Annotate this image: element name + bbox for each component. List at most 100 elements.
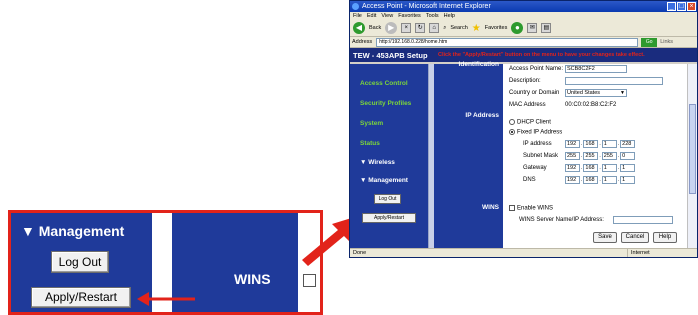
mac-label: MAC Address: [509, 102, 546, 108]
zoom-logout-button[interactable]: Log Out: [51, 251, 109, 273]
window-title: Access Point - Microsoft Internet Explor…: [362, 3, 491, 10]
dhcp-label: DHCP Client: [517, 119, 551, 126]
links-label[interactable]: Links: [660, 39, 673, 45]
mask-octet[interactable]: 255: [601, 152, 617, 160]
section-wins: WINS: [482, 204, 499, 211]
subnet-mask-input[interactable]: 255. 255. 255. 0: [565, 152, 636, 160]
cancel-button[interactable]: Cancel: [621, 232, 649, 243]
ip-octet[interactable]: 228: [620, 140, 636, 148]
browser-window: Access Point - Microsoft Internet Explor…: [349, 0, 698, 258]
scrollbar-thumb[interactable]: [689, 104, 696, 194]
address-input[interactable]: http://192.168.0.228/home.htm: [376, 37, 639, 47]
ap-name-input[interactable]: SCB8C2F2: [565, 65, 627, 73]
nav-security-profiles[interactable]: Security Profiles: [360, 100, 411, 107]
nav-wireless[interactable]: ▼ Wireless: [360, 159, 395, 166]
status-zone: Internet: [627, 249, 697, 257]
menu-favorites[interactable]: Favorites: [398, 12, 421, 20]
mail-icon[interactable]: ✉: [527, 23, 538, 33]
section-labels: Identification IP Address WINS: [434, 61, 503, 250]
mask-octet[interactable]: 255: [565, 152, 580, 160]
menu-edit[interactable]: Edit: [367, 12, 376, 20]
nav-system[interactable]: System: [360, 120, 383, 127]
settings-form: Access Point Name: SCB8C2F2 Description:…: [503, 64, 687, 250]
nav-access-control[interactable]: Access Control: [360, 80, 408, 87]
gateway-octet[interactable]: 192: [565, 164, 580, 172]
enable-wins-option[interactable]: Enable WINS: [509, 205, 553, 212]
dhcp-radio[interactable]: [509, 119, 515, 125]
maximize-icon[interactable]: □: [677, 2, 686, 11]
dns-octet[interactable]: 1: [601, 176, 617, 184]
country-select[interactable]: United States ▼: [565, 89, 627, 97]
print-icon[interactable]: ▤: [541, 23, 552, 33]
menu-tools[interactable]: Tools: [426, 12, 439, 20]
close-icon[interactable]: ×: [687, 2, 696, 11]
description-input[interactable]: [565, 77, 663, 85]
help-button[interactable]: Help: [653, 232, 677, 243]
ip-octet[interactable]: 192: [565, 140, 580, 148]
country-value: United States: [567, 90, 601, 96]
pointer-arrow-icon: [137, 292, 195, 306]
go-button[interactable]: Go: [641, 37, 658, 47]
wins-server-input[interactable]: [613, 216, 673, 224]
zoom-callout: ▼ Management Log Out Apply/Restart WINS: [8, 210, 323, 315]
mask-octet[interactable]: 255: [583, 152, 599, 160]
favorites-label[interactable]: Favorites: [485, 25, 508, 31]
dns-octet[interactable]: 168: [583, 176, 599, 184]
gateway-label: Gateway: [523, 165, 547, 171]
apply-notice: Click the "Apply/Restart" button on the …: [438, 52, 645, 58]
refresh-icon[interactable]: ↻: [415, 23, 426, 33]
dns-octet[interactable]: 1: [620, 176, 636, 184]
ap-name-label: Access Point Name:: [509, 66, 564, 72]
status-text: Done: [353, 250, 367, 256]
status-bar: Done Internet: [350, 248, 697, 257]
section-ip-address: IP Address: [465, 112, 499, 119]
zoom-management-heading[interactable]: ▼ Management: [21, 223, 124, 239]
search-label[interactable]: Search: [450, 25, 467, 31]
chevron-down-icon[interactable]: ▼: [620, 90, 625, 96]
menu-view[interactable]: View: [381, 12, 393, 20]
apply-restart-button[interactable]: Apply/Restart: [362, 213, 416, 223]
menu-bar: File Edit View Favorites Tools Help: [350, 12, 697, 20]
gateway-input[interactable]: 192. 168. 1. 1: [565, 164, 636, 172]
wins-server-label: WINS Server Name/IP Address:: [519, 217, 604, 223]
enable-wins-checkbox[interactable]: [509, 205, 515, 211]
section-identification: Identification: [458, 61, 499, 68]
zoom-wins-label: WINS: [234, 271, 271, 287]
dns-input[interactable]: 192. 168. 1. 1: [565, 176, 636, 184]
page-header: TEW - 453APB Setup Click the "Apply/Rest…: [350, 48, 697, 62]
gateway-octet[interactable]: 1: [620, 164, 636, 172]
toolbar: ◀ Back ▶ × ↻ ⌂ ⌕ Search ★ Favorites ● ✉ …: [350, 20, 697, 37]
stop-icon[interactable]: ×: [401, 23, 412, 33]
ip-octet[interactable]: 1: [601, 140, 617, 148]
ip-octet[interactable]: 168: [583, 140, 599, 148]
nav-status[interactable]: Status: [360, 140, 380, 147]
media-icon[interactable]: ●: [511, 22, 524, 34]
gateway-octet[interactable]: 1: [601, 164, 617, 172]
dhcp-option[interactable]: DHCP Client: [509, 119, 551, 126]
nav-management[interactable]: ▼ Management: [360, 177, 408, 184]
country-label: Country or Domain: [509, 90, 560, 96]
back-label[interactable]: Back: [369, 25, 381, 31]
search-icon[interactable]: ⌕: [443, 25, 446, 32]
home-icon[interactable]: ⌂: [429, 23, 440, 33]
favorites-icon[interactable]: ★: [472, 23, 481, 34]
fixed-ip-radio[interactable]: [509, 129, 515, 135]
zoom-enable-wins-checkbox[interactable]: [303, 274, 316, 287]
menu-help[interactable]: Help: [444, 12, 455, 20]
mask-label: Subnet Mask: [523, 153, 559, 159]
logout-button[interactable]: Log Out: [374, 194, 401, 204]
save-button[interactable]: Save: [593, 232, 617, 243]
dns-octet[interactable]: 192: [565, 176, 580, 184]
forward-icon[interactable]: ▶: [385, 22, 398, 34]
page-scrollbar[interactable]: [687, 64, 697, 250]
back-icon[interactable]: ◀: [353, 22, 365, 34]
title-bar: Access Point - Microsoft Internet Explor…: [350, 1, 697, 12]
minimize-icon[interactable]: _: [667, 2, 676, 11]
fixed-ip-option[interactable]: Fixed IP Address: [509, 129, 562, 136]
gateway-octet[interactable]: 168: [583, 164, 599, 172]
mac-value: 00:C0:02:B8:C2:F2: [565, 102, 617, 108]
ip-address-input[interactable]: 192. 168. 1. 228: [565, 140, 636, 148]
zoom-apply-restart-button[interactable]: Apply/Restart: [31, 287, 131, 308]
menu-file[interactable]: File: [353, 12, 362, 20]
mask-octet[interactable]: 0: [620, 152, 636, 160]
